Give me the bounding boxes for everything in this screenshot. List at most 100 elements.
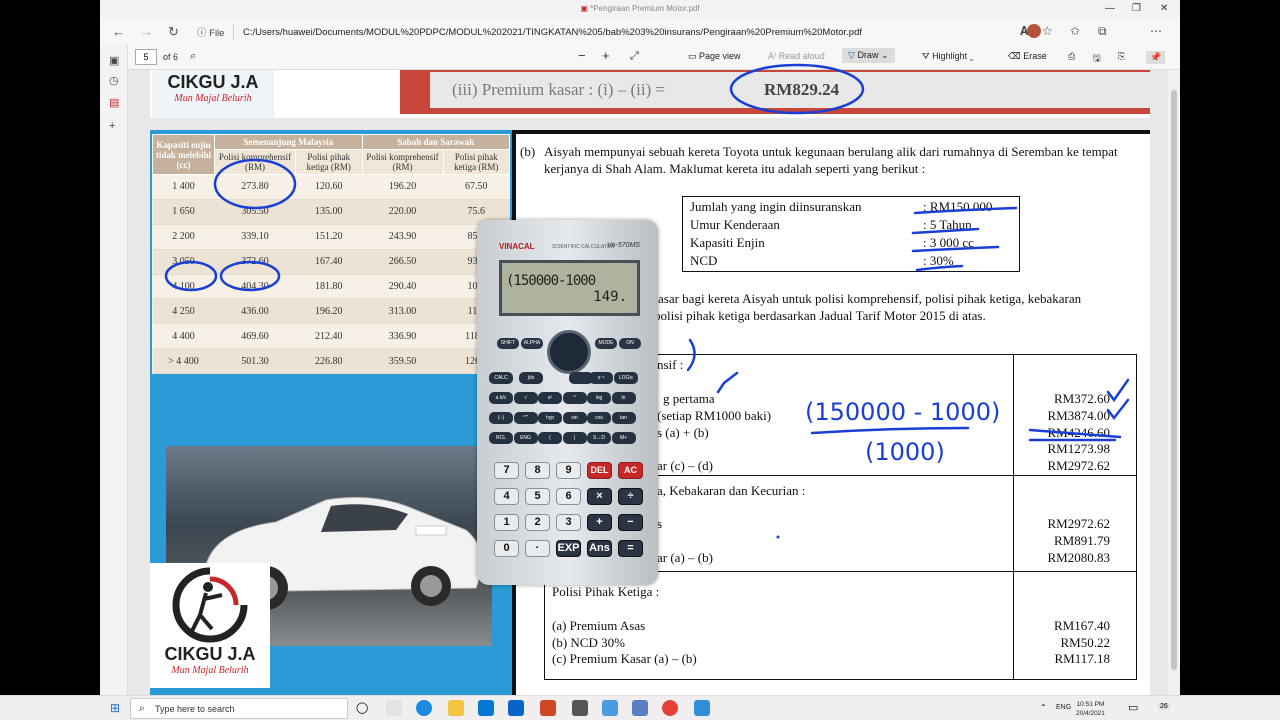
notes-icon[interactable]: [632, 700, 648, 716]
highlight-button[interactable]: ⛛ Highlight ⌄: [922, 51, 974, 62]
calculator-key[interactable]: 1: [494, 514, 519, 531]
tabs-icon[interactable]: ▣: [109, 54, 119, 67]
collections-icon[interactable]: ⧉: [1098, 24, 1107, 39]
scrollbar-thumb[interactable]: [1171, 90, 1177, 670]
favorite-add-icon[interactable]: ☆: [1042, 24, 1053, 38]
calculator-key[interactable]: ·: [525, 540, 550, 557]
calculator-function-key[interactable]: (−): [489, 412, 513, 424]
zoom-out-button[interactable]: −: [578, 48, 586, 63]
answer-amount: RM167.40: [1054, 618, 1110, 633]
calculator-key[interactable]: 0: [494, 540, 519, 557]
back-icon[interactable]: ←: [112, 24, 125, 39]
network-icon[interactable]: ⌃: [1040, 703, 1047, 712]
windows-start-icon[interactable]: ⊞: [110, 701, 120, 715]
calculator-function-key[interactable]: LOGic: [614, 372, 638, 384]
read-aloud-button[interactable]: A⁾ Read aloud: [768, 51, 825, 62]
calculator-key[interactable]: 6: [556, 488, 581, 505]
calculator-key[interactable]: ÷: [618, 488, 643, 505]
calculator-function-key[interactable]: M+: [611, 432, 636, 444]
url-field[interactable]: C:/Users/huawei/Documents/MODUL%20PDPC/M…: [238, 23, 1038, 41]
more-icon[interactable]: ⋯: [1150, 24, 1162, 38]
calculator-function-key[interactable]: √: [513, 392, 538, 404]
alpha-key[interactable]: ALPHA: [521, 338, 543, 349]
calculator-key[interactable]: +: [587, 514, 612, 531]
taskbar-app-icon[interactable]: [386, 700, 402, 716]
system-clock[interactable]: 10:51 PM 20/4/2021: [1076, 700, 1105, 718]
calculator-function-key[interactable]: ENG: [513, 432, 538, 444]
pen-icon: ▽: [848, 50, 855, 60]
page-view-button[interactable]: ▭ Page view: [688, 51, 741, 62]
calculator-key[interactable]: 8: [525, 462, 550, 479]
store-icon[interactable]: [478, 700, 494, 716]
calculator-key[interactable]: 4: [494, 488, 519, 505]
calculator-function-key[interactable]: ^: [562, 392, 587, 404]
language-indicator[interactable]: ENG: [1056, 704, 1071, 711]
calculator-key[interactable]: AC: [618, 462, 643, 479]
app-icon[interactable]: [508, 700, 524, 716]
mode-key[interactable]: MODE: [595, 338, 617, 349]
app-icon[interactable]: [602, 700, 618, 716]
calculator-function-key[interactable]: ∫dx: [519, 372, 543, 384]
forward-icon[interactable]: →: [140, 24, 153, 39]
pdf-tab-icon[interactable]: ▤: [109, 96, 119, 109]
answer-line: (setiap RM1000 baki): [657, 408, 772, 423]
replay-dpad[interactable]: [547, 330, 591, 374]
calculator-key[interactable]: =: [618, 540, 643, 557]
notifications-icon[interactable]: ▭: [1128, 701, 1138, 714]
calculator-key[interactable]: 9: [556, 462, 581, 479]
tariff-row: 4 100404.30181.80290.40101.: [152, 274, 510, 300]
calculator-function-key[interactable]: log: [587, 392, 611, 404]
calculator-function-key[interactable]: x²: [538, 392, 562, 404]
calculator-key[interactable]: ×: [587, 488, 612, 505]
calculator-key[interactable]: Ans: [587, 540, 612, 557]
calculator-key[interactable]: EXP: [556, 540, 581, 557]
fit-page-icon[interactable]: ⤢: [630, 50, 639, 63]
photos-icon[interactable]: [694, 700, 710, 716]
file-explorer-icon[interactable]: [448, 700, 464, 716]
favorites-icon[interactable]: ✩: [1070, 24, 1080, 38]
calculator-function-key[interactable]: ln: [611, 392, 636, 404]
profile-avatar[interactable]: [1027, 24, 1041, 38]
calculator-key[interactable]: 7: [494, 462, 519, 479]
print-icon[interactable]: ⎙: [1068, 51, 1075, 62]
refresh-icon[interactable]: ↻: [168, 24, 179, 40]
erase-button[interactable]: ⌫ Erase: [1008, 51, 1047, 62]
calculator-function-key[interactable]: ): [562, 432, 587, 444]
edge-icon[interactable]: [416, 700, 432, 716]
minimize-icon[interactable]: —: [1105, 3, 1115, 14]
chrome-icon[interactable]: [662, 700, 678, 716]
powerpoint-icon[interactable]: [540, 700, 556, 716]
calculator-key[interactable]: 5: [525, 488, 550, 505]
calculator-function-key[interactable]: x⁻¹: [589, 372, 613, 384]
calculator-key[interactable]: 2: [525, 514, 550, 531]
pin-icon[interactable]: 📌: [1146, 51, 1166, 64]
calculator-function-key[interactable]: a b/c: [489, 392, 513, 404]
calculator-key[interactable]: −: [618, 514, 643, 531]
calculator-key[interactable]: 3: [556, 514, 581, 531]
calculator-key[interactable]: DEL: [587, 462, 612, 479]
calculator-function-key[interactable]: sin: [562, 412, 587, 424]
history-icon[interactable]: ◷: [109, 74, 119, 87]
save-as-icon[interactable]: ⎘: [1118, 51, 1125, 62]
calculator-function-key[interactable]: S↔D: [587, 432, 611, 444]
taskbar-search[interactable]: ⌕ Type here to search: [130, 698, 348, 719]
save-icon[interactable]: 🖫: [1093, 51, 1101, 67]
task-view-icon[interactable]: ◯: [356, 701, 368, 714]
search-icon[interactable]: ⌕: [190, 50, 196, 63]
maximize-icon[interactable]: ❐: [1132, 3, 1141, 14]
calculator-function-key[interactable]: cos: [587, 412, 611, 424]
draw-button[interactable]: ▽ Draw ⌄: [842, 48, 895, 63]
calculator-function-key[interactable]: °'": [513, 412, 538, 424]
camera-icon[interactable]: [572, 700, 588, 716]
calculator-function-key[interactable]: tan: [611, 412, 636, 424]
calculator-function-key[interactable]: hyp: [538, 412, 562, 424]
add-tab-icon[interactable]: +: [109, 120, 115, 132]
page-number-input[interactable]: 5: [135, 49, 157, 65]
close-icon[interactable]: ✕: [1160, 3, 1168, 14]
calculator-function-key[interactable]: RCL: [489, 432, 513, 444]
on-key[interactable]: ON: [619, 338, 641, 349]
zoom-in-button[interactable]: +: [602, 48, 610, 63]
calculator-function-key[interactable]: (: [538, 432, 562, 444]
calculator-function-key[interactable]: CALC: [489, 372, 513, 384]
shift-key[interactable]: SHIFT: [497, 338, 519, 349]
